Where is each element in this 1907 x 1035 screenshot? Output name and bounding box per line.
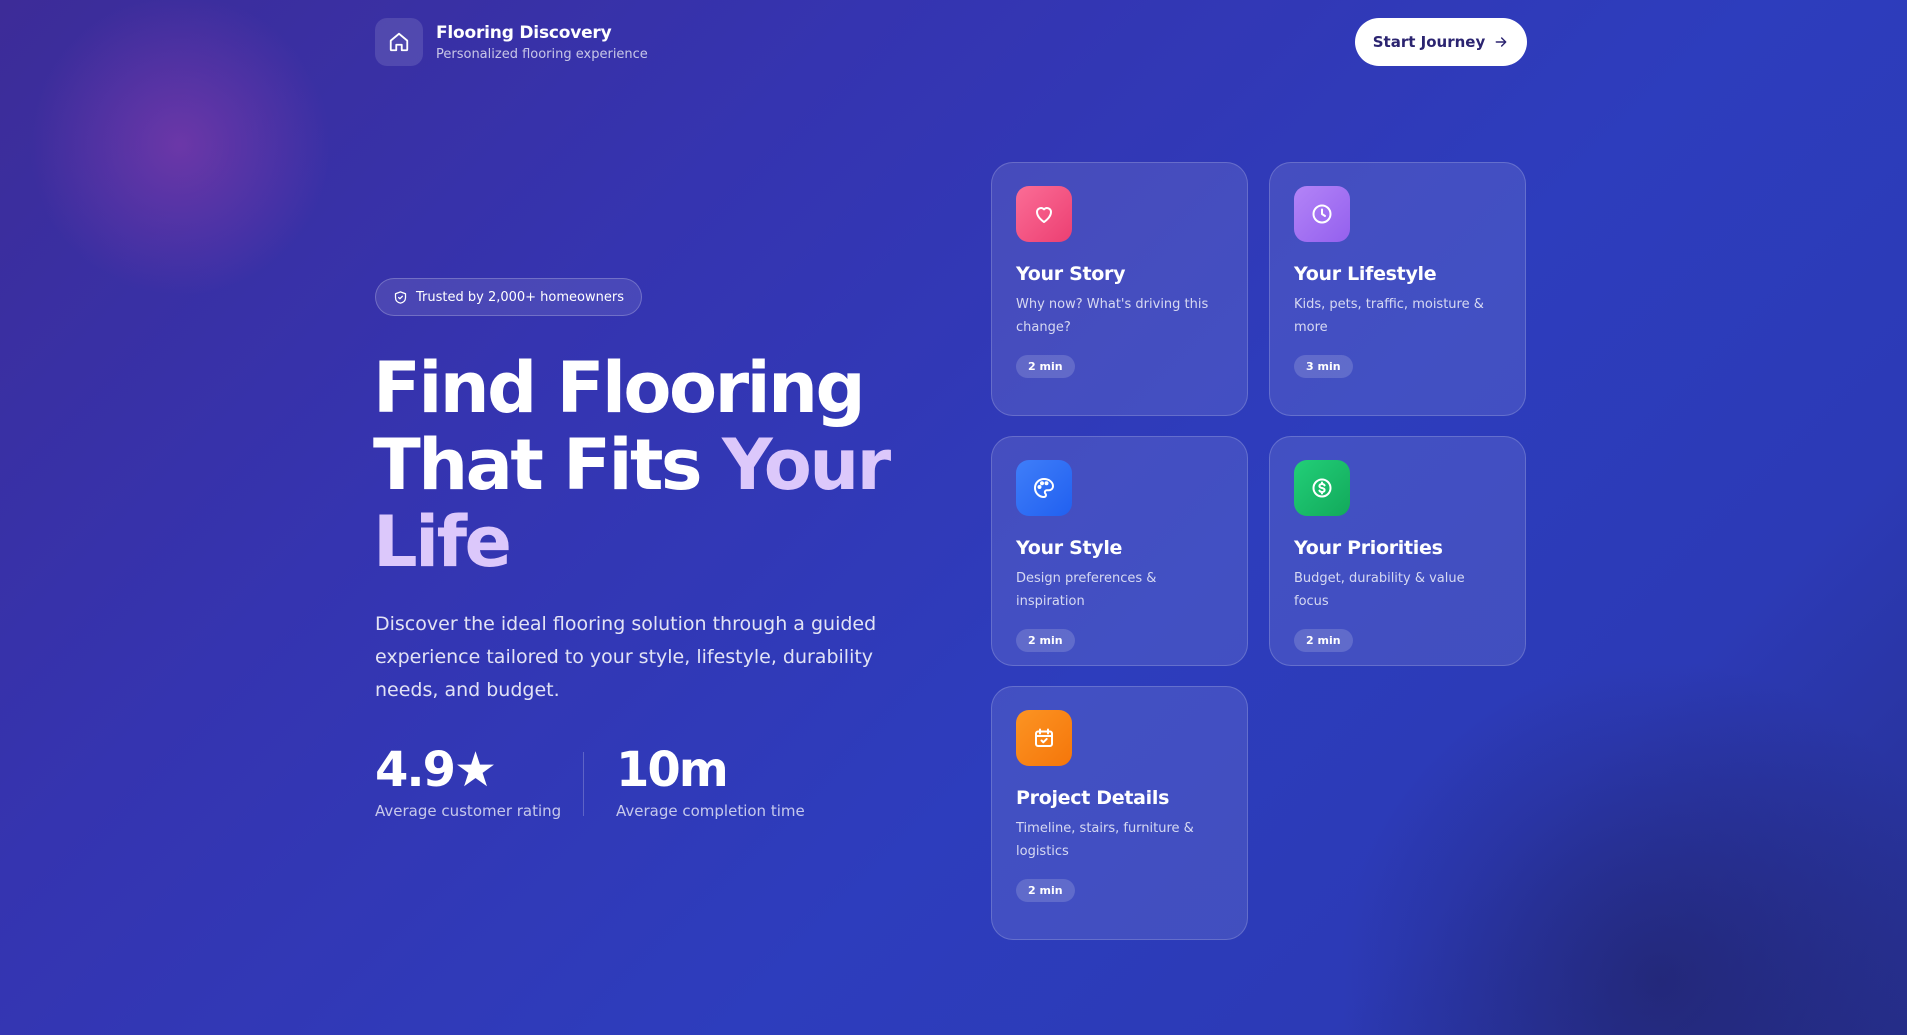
brand-subtitle: Personalized flooring experience [436,46,648,62]
trust-badge-label: Trusted by 2,000+ homeowners [416,289,624,305]
card-time-badge: 3 min [1294,355,1353,378]
start-journey-label: Start Journey [1372,33,1486,51]
hero-title-line2: That Fits [373,424,722,506]
hero-title: Find Flooring That Fits Your Life [373,350,893,581]
stat-rating: 4.9★ Average customer rating [375,742,561,820]
card-title: Your Lifestyle [1294,263,1437,285]
card-your-style[interactable]: Your Style Design preferences & inspirat… [991,436,1248,666]
card-time-badge: 2 min [1016,629,1075,652]
card-your-priorities[interactable]: Your Priorities Budget, durability & val… [1269,436,1526,666]
card-your-story[interactable]: Your Story Why now? What's driving this … [991,162,1248,416]
card-description: Timeline, stairs, furniture & logistics [1016,821,1194,859]
card-title: Your Style [1016,537,1123,559]
shield-check-icon [394,290,407,304]
brand-title: Flooring Discovery [436,22,612,43]
card-title: Your Priorities [1294,537,1443,559]
stat-completion-label: Average completion time [616,802,805,820]
dollar-icon [1294,460,1350,516]
hero-title-accent-your: Your [721,424,891,506]
start-journey-button[interactable]: Start Journey [1355,18,1527,66]
card-description: Kids, pets, traffic, moisture & more [1294,297,1484,335]
card-your-lifestyle[interactable]: Your Lifestyle Kids, pets, traffic, mois… [1269,162,1526,416]
home-icon [375,18,423,66]
arrow-right-icon [1495,37,1507,47]
hero-description: Discover the ideal flooring solution thr… [375,613,877,701]
stat-completion: 10m Average completion time [616,742,805,820]
trust-badge: Trusted by 2,000+ homeowners [375,278,642,316]
card-time-badge: 2 min [1294,629,1353,652]
card-title: Project Details [1016,787,1170,809]
card-description: Budget, durability & value focus [1294,571,1465,609]
stat-divider [583,752,584,816]
stat-completion-value: 10m [616,742,729,798]
clock-icon [1294,186,1350,242]
stat-rating-value: 4.9★ [375,742,497,798]
card-description: Design preferences & inspiration [1016,571,1157,609]
stat-rating-label: Average customer rating [375,802,562,820]
palette-icon [1016,460,1072,516]
card-time-badge: 2 min [1016,879,1075,902]
hero-title-accent-life: Life [373,501,512,583]
card-description: Why now? What's driving this change? [1016,297,1209,335]
calendar-check-icon [1016,710,1072,766]
card-time-badge: 2 min [1016,355,1075,378]
hero-title-line1: Find Flooring [373,347,866,429]
card-title: Your Story [1016,263,1126,285]
landing-page: Flooring Discovery Personalized flooring… [0,0,1907,1035]
card-project-details[interactable]: Project Details Timeline, stairs, furnit… [991,686,1248,940]
heart-icon [1016,186,1072,242]
brand[interactable]: Flooring Discovery Personalized flooring… [375,18,648,66]
